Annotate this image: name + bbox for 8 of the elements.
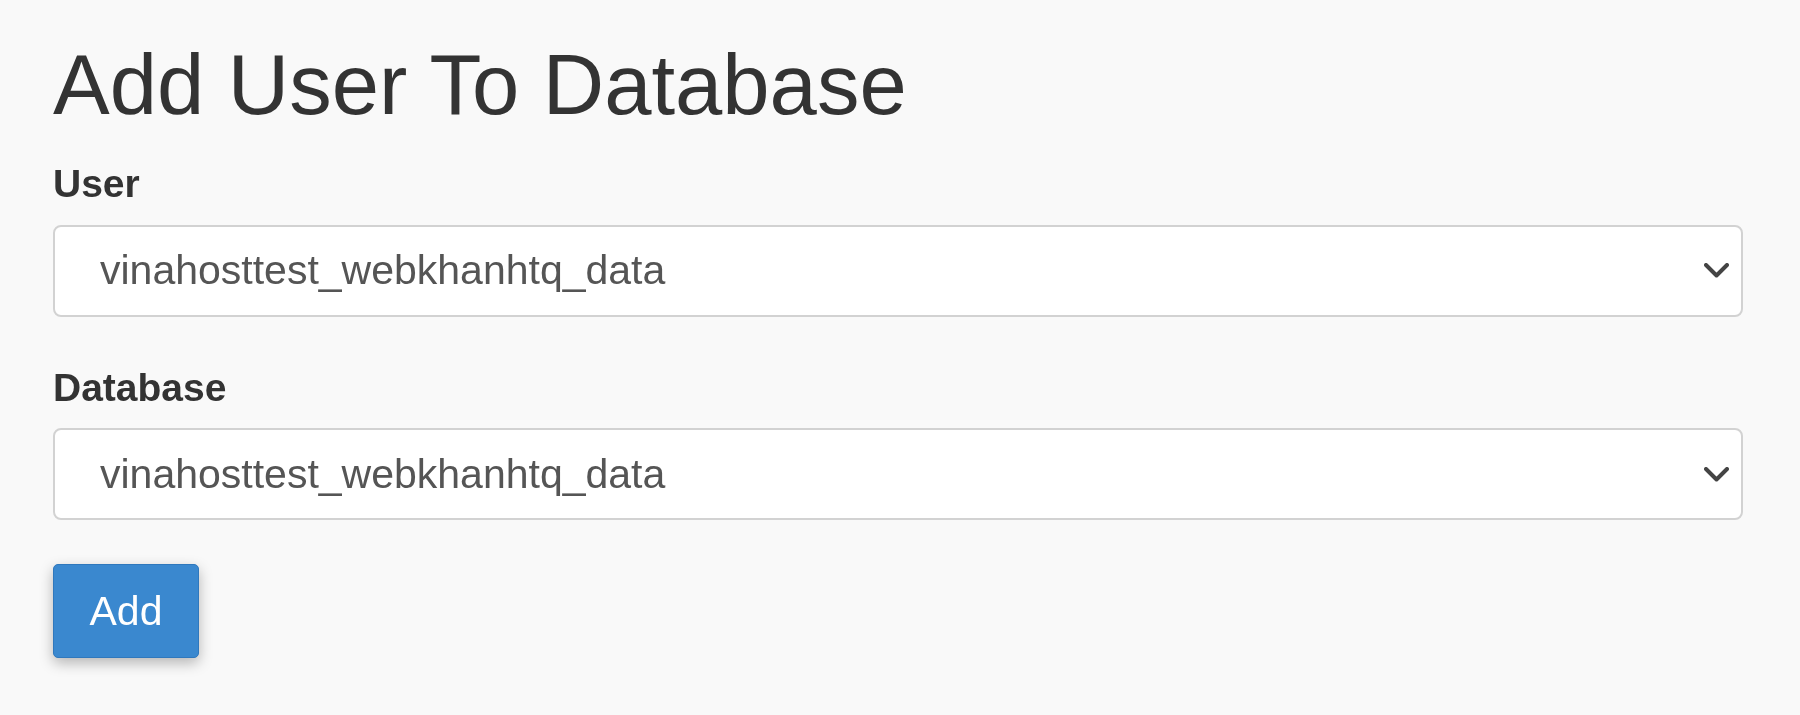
- add-button[interactable]: Add: [53, 564, 199, 659]
- chevron-down-icon: [1704, 466, 1729, 482]
- field-label: User: [53, 160, 140, 207]
- page-title: Add User To Database: [53, 36, 907, 134]
- chevron-down-icon: [1704, 263, 1729, 279]
- field-label: Database: [53, 364, 227, 411]
- select-field[interactable]: vinahosttest_webkhanhtq_data: [53, 428, 1743, 521]
- select-field[interactable]: vinahosttest_webkhanhtq_data: [53, 224, 1743, 317]
